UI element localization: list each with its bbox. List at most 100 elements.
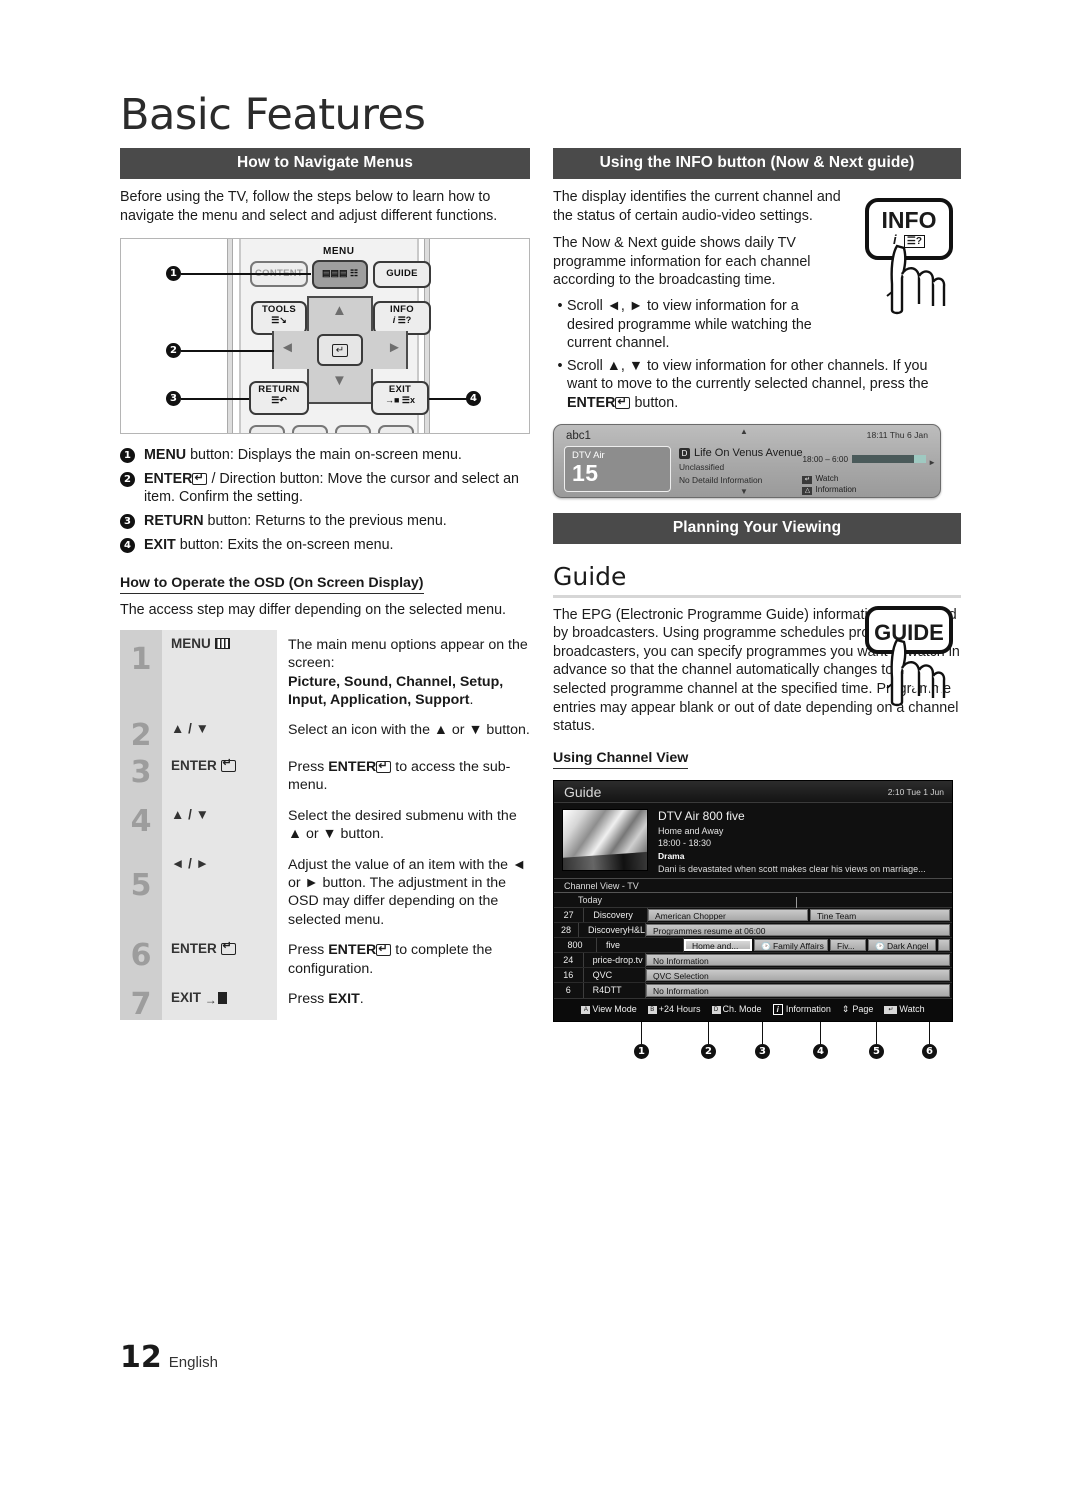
epg-programme-cell[interactable]: 🕑 Dark Angel xyxy=(868,938,936,951)
epg-legend-item[interactable]: i Information xyxy=(772,1003,831,1015)
epg-programme-cell-selected[interactable]: Home and... xyxy=(684,938,752,951)
osd-progress-bar xyxy=(852,455,926,464)
step-description: Adjust the value of an item with the ◄ o… xyxy=(277,850,530,936)
page-title: Basic Features xyxy=(120,90,426,140)
callout-text: ENTER / Direction button: Move the curso… xyxy=(144,469,530,507)
timer-clock-icon: 🕑 xyxy=(761,941,771,951)
step-description: Select the desired submenu with the ▲ or… xyxy=(277,801,530,850)
step-desc-pre: The main menu options appear on the scre… xyxy=(288,636,528,672)
epg-channel-name: DiscoveryH&L xyxy=(579,922,646,937)
info-paragraph-2: The Now & Next guide shows daily TV prog… xyxy=(553,235,811,289)
info-key-illustration: INFO i ☰? xyxy=(865,198,961,315)
epg-programme-cell[interactable]: American Chopper xyxy=(648,908,808,921)
epg-channel-row[interactable]: 6 R4DTT No Information xyxy=(554,982,952,998)
epg-callout-3: 3 xyxy=(755,1043,770,1059)
osd-step-row: 4 ▲ / ▼ Select the desired submenu with … xyxy=(120,800,530,850)
epg-programme-cell[interactable] xyxy=(938,938,950,951)
osd-step-row: 7 EXIT → Press EXIT. xyxy=(120,983,530,1021)
epg-channel-number: 16 xyxy=(554,967,584,982)
epg-footer-legend: A View Mode B +24 Hours D Ch. Mode i Informatio… xyxy=(554,997,952,1021)
epg-callout-tick xyxy=(929,1021,931,1044)
osd-key-hints: ↵ Watch △ Information xyxy=(802,473,926,495)
remote-callout-3: 3 xyxy=(166,391,181,407)
epg-programme-cell[interactable]: Tine Team xyxy=(810,908,950,921)
remote-callout-4: 4 xyxy=(466,391,481,407)
epg-channel-number: 800 xyxy=(554,937,598,952)
osd-scroll-right-icon: ► xyxy=(928,457,936,467)
epg-channel-number: 27 xyxy=(554,907,585,922)
info-icon: i xyxy=(772,1003,783,1015)
epg-programme-cell[interactable]: No Information xyxy=(646,953,950,966)
epg-view-label: Channel View - TV xyxy=(554,877,952,892)
epg-programme-cell[interactable]: 🕑 Family Affairs xyxy=(754,938,828,951)
osd-channel-name: abc1 xyxy=(566,429,591,442)
step-desc-bold: EXIT xyxy=(328,990,360,1007)
timer-clock-icon: 🕑 xyxy=(875,941,885,951)
remote-callout-1: 1 xyxy=(166,266,181,282)
step-number: 2 xyxy=(120,715,162,752)
osd-subheading: How to Operate the OSD (On Screen Displa… xyxy=(120,575,424,595)
epg-now-synopsis: Dani is devastated when scott makes clea… xyxy=(658,863,926,874)
guide-heading: Guide xyxy=(553,561,627,591)
osd-steps-table: 1 MENU The main menu options appear on t… xyxy=(120,629,530,1021)
enter-icon xyxy=(192,469,208,487)
info-bullet-text: Scroll ◄, ► to view information for a de… xyxy=(567,297,812,352)
osd-channel-number: 15 xyxy=(572,459,599,486)
epg-legend-item[interactable]: A View Mode xyxy=(581,1004,637,1014)
epg-channel-name: Discovery xyxy=(584,907,648,922)
callout-bold: MENU xyxy=(144,447,187,464)
info-bullet-text: Scroll ▲, ▼ to view information for othe… xyxy=(567,357,959,413)
channel-view-subheading: Using Channel View xyxy=(553,750,689,769)
now-next-osd: abc1 18:11 Thu 6 Jan ▲ ▼ ► DTV Air 15 DL… xyxy=(553,423,941,498)
step-key-label: EXIT xyxy=(171,989,202,1005)
epg-programme-cell[interactable]: No Information xyxy=(646,983,950,997)
osd-programme-title-row: D Life On Venus Avenue xyxy=(679,447,803,459)
epg-callout-4: 4 xyxy=(813,1043,828,1059)
epg-now-playing: DTV Air 800 five Home and Away 18:00 - 1… xyxy=(554,803,952,878)
epg-channel-number: 6 xyxy=(554,982,584,998)
step-key: ENTER xyxy=(162,751,277,801)
epg-callout-5: 5 xyxy=(869,1043,884,1059)
osd-key-label: Information xyxy=(815,484,857,494)
green-button-icon: B xyxy=(647,1005,657,1014)
osd-step-row: 3 ENTER Press ENTER to access the sub-me… xyxy=(120,751,530,801)
epg-channel-row[interactable]: 27 Discovery American Chopper Tine Team xyxy=(554,907,952,923)
callout-badge: 1 xyxy=(120,448,135,464)
osd-intro-text: The access step may differ depending on … xyxy=(120,602,506,619)
callout-list-item: 2 ENTER / Direction button: Move the cur… xyxy=(120,469,530,507)
epg-programme-cell[interactable]: Programmes resume at 06:00 xyxy=(646,923,950,936)
hand-pointing-icon xyxy=(886,244,946,315)
epg-channel-row[interactable]: 16 QVC QVC Selection xyxy=(554,967,952,983)
step-key-label: ◄ / ► xyxy=(171,855,209,871)
osd-right-panel: 18:00 – 6:00 ↵ Watch △ Information xyxy=(802,451,926,495)
remote-lower-button-2 xyxy=(292,425,328,434)
epg-channel-row[interactable]: 24 price-drop.tv No Information xyxy=(554,952,952,968)
step-key-label: ▲ / ▼ xyxy=(171,806,209,822)
red-button-icon: A xyxy=(581,1005,591,1014)
guide-key-illustration: GUIDE xyxy=(865,605,961,714)
epg-callout-tick xyxy=(762,1021,764,1044)
epg-callout-row: 1 2 3 4 5 6 xyxy=(553,1021,953,1068)
info-bullet: • Scroll ▲, ▼ to view information for ot… xyxy=(553,357,961,413)
osd-time-range: 18:00 – 6:00 xyxy=(802,454,848,464)
guide-epg-screenshot: Guide 2:10 Tue 1 Jun DTV Air 800 five Ho… xyxy=(553,779,953,1022)
epg-legend-item[interactable]: ⇕ Page xyxy=(842,1004,874,1014)
callout-text: RETURN button: Returns to the previous m… xyxy=(144,512,447,531)
epg-legend-item[interactable]: ↵ Watch xyxy=(884,1004,925,1014)
epg-programme-cell[interactable]: QVC Selection xyxy=(646,968,950,981)
epg-legend-item[interactable]: B +24 Hours xyxy=(647,1004,701,1014)
step-key-label: ENTER xyxy=(171,757,217,773)
dpad-left-icon: ◄ xyxy=(280,339,295,357)
step-number: 5 xyxy=(120,849,162,936)
step-desc-bold: ENTER xyxy=(328,758,377,775)
epg-channel-row[interactable]: 800 five Home and... 🕑 Family Affairs Fiv… xyxy=(554,937,952,953)
epg-channel-row[interactable]: 28 DiscoveryH&L Programmes resume at 06:… xyxy=(554,922,952,938)
epg-legend-item[interactable]: D Ch. Mode xyxy=(711,1004,762,1014)
guide-heading-rule xyxy=(553,594,961,598)
remote-callout-1-line xyxy=(181,273,311,275)
epg-programme-cell[interactable]: Fiv... xyxy=(830,938,866,951)
section-header-navigate-menus: How to Navigate Menus xyxy=(120,148,530,179)
step-desc-bold: ENTER xyxy=(328,942,377,959)
remote-callout-3-line xyxy=(181,398,249,400)
epg-callout-1: 1 xyxy=(634,1043,649,1059)
